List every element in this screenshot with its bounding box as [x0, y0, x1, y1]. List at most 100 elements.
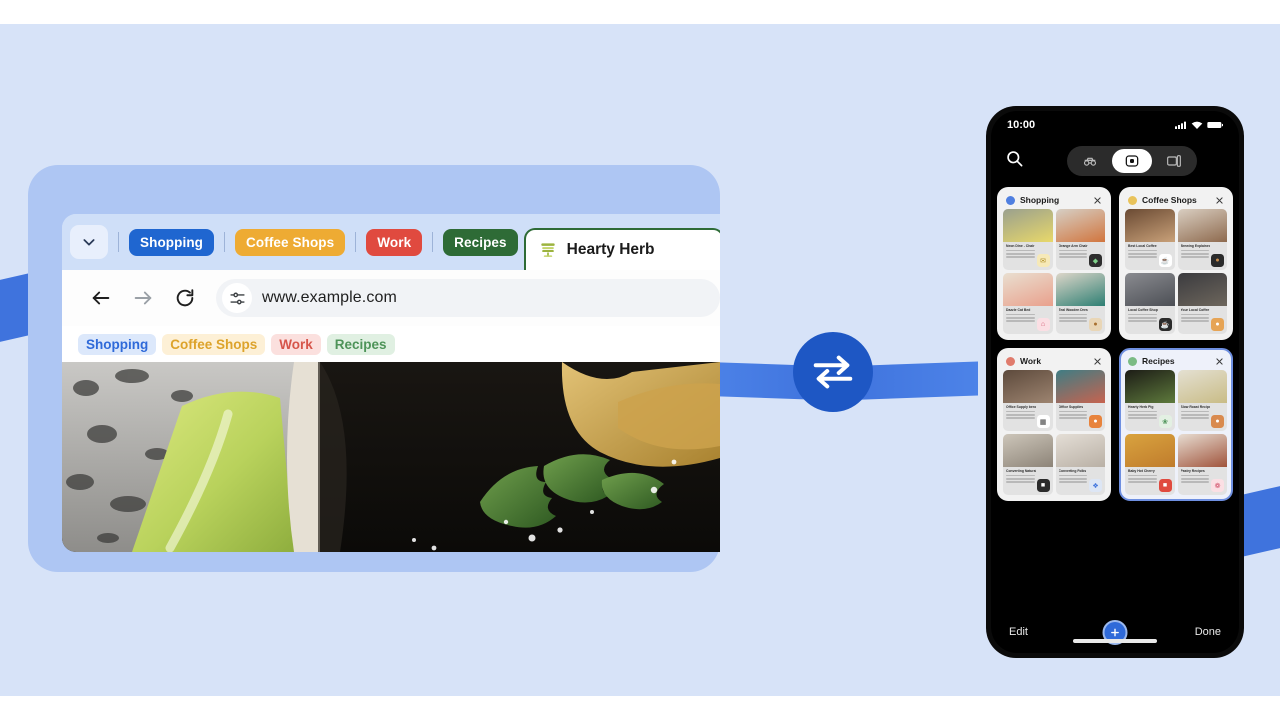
group-card-title: Recipes — [1142, 356, 1175, 366]
group-thumbnail-grid: Best Local Coffee ☕ Brewing Explained ● — [1125, 209, 1227, 334]
tab-thumbnail[interactable]: Teal Wooden Dresser ● — [1055, 273, 1105, 334]
phone-mode-switcher[interactable] — [1066, 146, 1197, 176]
thumbnail-favicon: ■ — [1158, 479, 1172, 492]
close-icon[interactable] — [1093, 196, 1102, 205]
back-button[interactable] — [80, 277, 122, 319]
connector-band-right — [1240, 484, 1280, 558]
group-thumbnail-grid: Hearty Herb Pig ❀ Slow Roast Recipes ● B… — [1125, 370, 1227, 495]
reload-button[interactable] — [164, 277, 206, 319]
bookmark-work[interactable]: Work — [271, 333, 321, 355]
incognito-mask-icon — [1083, 157, 1096, 166]
tab-thumbnail[interactable]: Converting Natural ■ — [1003, 434, 1053, 495]
tab-group-card-shopping[interactable]: Shopping Neon Dine - Chair ✉ Orange Arm … — [997, 187, 1111, 340]
active-tab-title: Hearty Herb — [566, 241, 655, 258]
tab-search-menu-button[interactable] — [70, 225, 108, 259]
group-color-dot — [1006, 195, 1015, 205]
tab-group-card-recipes[interactable]: Recipes Hearty Herb Pig ❀ Slow Roast Rec… — [1119, 348, 1233, 501]
bookmark-recipes[interactable]: Recipes — [326, 333, 395, 355]
done-button[interactable]: Done — [1195, 626, 1221, 638]
tab-group-chip-coffee-shops[interactable]: Coffee Shops — [235, 228, 346, 256]
close-icon[interactable] — [1215, 357, 1224, 366]
food-photo — [62, 362, 720, 552]
site-settings-button[interactable] — [222, 283, 252, 313]
bookmark-coffee-shops[interactable]: Coffee Shops — [162, 333, 266, 355]
tab-group-card-coffee-shops[interactable]: Coffee Shops Best Local Coffee ☕ Brewing… — [1119, 187, 1233, 340]
forward-button[interactable] — [122, 277, 164, 319]
address-bar-url: www.example.com — [262, 289, 397, 306]
browser-tab-strip: Shopping Coffee Shops Work Recipes Heart… — [62, 214, 720, 270]
thumbnail-favicon: ✉ — [1036, 254, 1050, 267]
tab-thumbnail[interactable]: Your Local Coffee ● — [1177, 273, 1227, 334]
tab-thumbnail[interactable]: Baby Hot Cherry ■ — [1125, 434, 1175, 495]
thumbnail-image — [1003, 209, 1053, 242]
tab-thumbnail[interactable]: Local Coffee Shops ☕ — [1125, 273, 1175, 334]
thumbnail-favicon: ☕ — [1158, 318, 1172, 331]
cellular-signal-icon — [1175, 121, 1186, 129]
tab-group-chip-shopping[interactable]: Shopping — [129, 228, 215, 256]
tab-group-card-work[interactable]: Work Office Supply bench ▦ Office Suppli… — [997, 348, 1111, 501]
close-icon[interactable] — [1093, 357, 1102, 366]
close-icon[interactable] — [1215, 196, 1224, 205]
phone-bottom-bar: Edit Done — [991, 611, 1239, 653]
tab-thumbnail[interactable]: Office Supplies ● — [1055, 370, 1105, 431]
edit-button[interactable]: Edit — [1009, 626, 1028, 638]
thumbnail-image — [1055, 209, 1105, 242]
tab-thumbnail[interactable]: Dazzle Cat Bed ⌂ — [1003, 273, 1053, 334]
group-card-header: Shopping — [1003, 193, 1105, 209]
thumbnail-image — [1125, 434, 1175, 467]
thumbnail-title: Local Coffee Shops — [1128, 308, 1158, 312]
group-color-dot — [1006, 356, 1015, 366]
address-bar[interactable]: www.example.com — [216, 279, 720, 317]
wifi-icon — [1191, 121, 1203, 129]
home-indicator — [1073, 639, 1157, 643]
tab-thumbnail[interactable]: Best Local Coffee ☕ — [1125, 209, 1175, 270]
thumbnail-favicon: ■ — [1036, 479, 1050, 492]
thumbnail-title: Your Local Coffee — [1180, 308, 1210, 312]
thumbnail-image — [1177, 273, 1227, 306]
sync-swap-arrows-icon — [793, 332, 873, 412]
browser-mockup-frame: Shopping Coffee Shops Work Recipes Heart… — [28, 165, 720, 572]
group-thumbnail-grid: Neon Dine - Chair ✉ Orange Arm Chair ◆ D… — [1003, 209, 1105, 334]
group-card-title: Coffee Shops — [1142, 195, 1197, 205]
reload-icon — [176, 289, 194, 307]
tab-thumbnail[interactable]: Slow Roast Recipes ● — [1177, 370, 1227, 431]
group-color-dot — [1128, 356, 1137, 366]
bookmark-shopping[interactable]: Shopping — [78, 333, 157, 355]
browser-toolbar: www.example.com — [62, 270, 720, 326]
tab-thumbnail[interactable]: Pastry Recipes ❁ — [1177, 434, 1227, 495]
group-card-header: Recipes — [1125, 354, 1227, 370]
search-icon[interactable] — [1005, 149, 1024, 173]
thumbnail-favicon: ● — [1211, 318, 1224, 331]
active-browser-tab[interactable]: Hearty Herb — [523, 228, 720, 270]
mode-segment-tab-groups[interactable] — [1111, 149, 1152, 173]
tab-divider — [118, 232, 119, 252]
devices-icon — [1166, 155, 1181, 167]
thumbnail-title: Converting Folks — [1058, 469, 1087, 473]
tab-thumbnail[interactable]: Neon Dine - Chair ✉ — [1003, 209, 1053, 270]
mode-segment-devices[interactable] — [1154, 149, 1194, 173]
tab-thumbnail[interactable]: Hearty Herb Pig ❀ — [1125, 370, 1175, 431]
tab-group-chip-recipes[interactable]: Recipes — [443, 228, 518, 256]
thumbnail-image — [1125, 370, 1175, 403]
tab-thumbnail[interactable]: Orange Arm Chair ◆ — [1055, 209, 1105, 270]
tab-thumbnail[interactable]: Office Supply bench ▦ — [1003, 370, 1053, 431]
tab-thumbnail[interactable]: Converting Folks ❖ — [1055, 434, 1105, 495]
thumbnail-title: Best Local Coffee — [1128, 244, 1157, 248]
phone-mockup-frame: 10:00 Shopping Neon Dine - Chair ✉ Orang… — [986, 106, 1244, 658]
thumbnail-title: Baby Hot Cherry — [1128, 469, 1155, 473]
thumbnail-title: Dazzle Cat Bed — [1006, 308, 1031, 312]
thumbnail-image — [1125, 209, 1175, 242]
recipe-grill-icon — [540, 243, 555, 257]
phone-top-bar — [991, 139, 1239, 183]
thumbnail-favicon: ● — [1211, 415, 1224, 428]
tab-groups-grid: Shopping Neon Dine - Chair ✉ Orange Arm … — [991, 183, 1239, 501]
plus-icon — [1111, 628, 1119, 636]
browser-window: Shopping Coffee Shops Work Recipes Heart… — [62, 214, 720, 552]
thumbnail-favicon: ❖ — [1089, 479, 1102, 492]
mode-segment-incognito[interactable] — [1070, 149, 1110, 173]
tab-thumbnail[interactable]: Brewing Explained ● — [1177, 209, 1227, 270]
group-card-header: Work — [1003, 354, 1105, 370]
tab-group-chip-work[interactable]: Work — [366, 228, 423, 256]
thumbnail-favicon: ● — [1089, 318, 1102, 331]
tab-groups-icon — [1125, 155, 1138, 167]
